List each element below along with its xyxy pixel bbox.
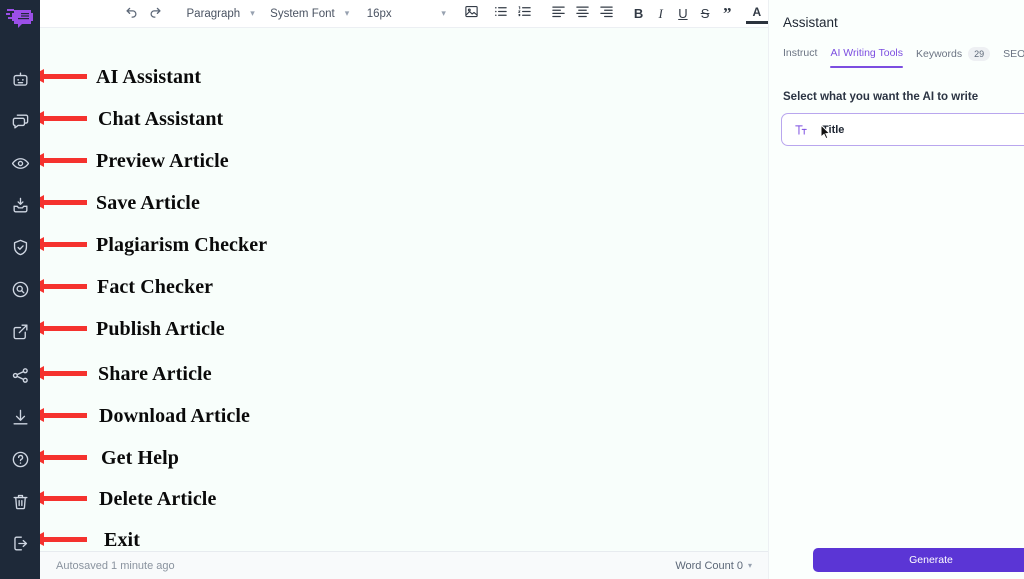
block-style-select[interactable]: Paragraph ▾ <box>187 3 265 25</box>
redo-arrow-icon <box>148 4 163 24</box>
annotation-label: Exit <box>104 529 140 551</box>
eye-icon <box>11 154 30 173</box>
insert-image-button[interactable] <box>459 2 483 26</box>
robot-icon <box>11 70 30 89</box>
align-center-icon <box>575 4 590 24</box>
prompt-label: Select what you want the AI to write <box>783 91 979 103</box>
italic-button[interactable]: I <box>650 2 672 26</box>
sidebar-item-download-article[interactable] <box>8 405 32 429</box>
ai-output-type-value: Title <box>822 123 845 136</box>
share-nodes-icon <box>11 366 30 385</box>
tab-keywords[interactable]: Keywords 29 <box>916 47 991 70</box>
blockquote-button[interactable]: ” <box>716 2 738 26</box>
sidebar-item-ai-assistant[interactable] <box>8 67 32 91</box>
font-size-value: 16px <box>366 7 392 20</box>
sidebar-item-exit[interactable] <box>8 531 32 555</box>
chat-bubble-icon <box>11 112 30 131</box>
editor-toolbar: Paragraph ▾ System Font ▾ 16px ▾ B I U S… <box>40 0 768 28</box>
align-center-button[interactable] <box>570 2 594 26</box>
align-right-button[interactable] <box>594 2 618 26</box>
tab-label: Keywords <box>916 47 963 60</box>
sidebar-item-chat-assistant[interactable] <box>8 109 32 133</box>
annotation-label: Download Article <box>99 405 251 427</box>
chevron-down-icon: ▾ <box>344 8 350 18</box>
align-left-button[interactable] <box>546 2 570 26</box>
strikethrough-button[interactable]: S <box>694 2 716 26</box>
annotation-label: Delete Article <box>99 488 217 510</box>
annotation-label: Publish Article <box>96 318 225 340</box>
annotation-label: Preview Article <box>96 150 229 172</box>
font-family-value: System Font <box>270 7 335 20</box>
sidebar-item-get-help[interactable] <box>8 447 32 471</box>
tab-ai-writing-tools[interactable]: AI Writing Tools <box>830 47 903 68</box>
annotation-label: Share Article <box>98 363 212 385</box>
tab-label: AI Writing Tools <box>830 47 903 59</box>
question-circle-icon <box>11 450 30 469</box>
chevron-down-icon: ▾ <box>250 8 255 18</box>
save-inbox-icon <box>11 196 30 215</box>
annotation-label: Chat Assistant <box>98 108 224 130</box>
chevron-down-icon: ▾ <box>747 561 752 570</box>
editor-app: Paragraph ▾ System Font ▾ 16px ▾ B I U S… <box>0 0 1024 579</box>
external-link-icon <box>11 322 30 341</box>
sidebar-item-save-article[interactable] <box>8 193 32 217</box>
chevron-down-icon: ▾ <box>441 8 446 18</box>
annotation-label: Plagiarism Checker <box>96 234 268 256</box>
bullet-list-button[interactable] <box>489 2 513 26</box>
sidebar-item-plagiarism-checker[interactable] <box>8 235 32 259</box>
left-sidebar <box>0 0 40 579</box>
download-icon <box>11 408 30 427</box>
numbered-list-icon <box>517 4 532 24</box>
sidebar-item-preview-article[interactable] <box>8 151 32 175</box>
pixel-chat-bubble-logo[interactable] <box>4 4 38 34</box>
generate-button[interactable]: Generate <box>813 548 1024 572</box>
sidebar-item-share-article[interactable] <box>8 363 32 387</box>
undo-arrow-icon <box>124 4 139 24</box>
sidebar-item-delete-article[interactable] <box>8 489 32 513</box>
annotation-label: AI Assistant <box>96 66 202 88</box>
assistant-tabs: Instruct AI Writing Tools Keywords 29 SE… <box>783 47 1024 71</box>
underline-button[interactable]: U <box>672 2 694 26</box>
ai-output-type-select[interactable]: Title <box>781 113 1024 146</box>
annotation-label: Get Help <box>101 447 180 469</box>
exit-door-icon <box>11 534 30 553</box>
block-style-value: Paragraph <box>186 7 241 20</box>
bold-button[interactable]: B <box>627 2 649 26</box>
text-color-button[interactable]: A <box>745 4 768 24</box>
redo-button[interactable] <box>144 2 168 26</box>
insert-image-icon <box>464 4 479 24</box>
word-count-dropdown[interactable]: Word Count 0 ▾ <box>675 560 752 572</box>
keywords-badge: 29 <box>968 47 991 61</box>
editor-status-bar: Autosaved 1 minute ago Word Count 0 ▾ <box>40 551 768 579</box>
assistant-panel: Assistant Instruct AI Writing Tools Keyw… <box>768 0 1024 579</box>
font-family-select[interactable]: System Font ▾ <box>270 3 361 25</box>
font-size-select[interactable]: 16px ▾ <box>367 3 450 25</box>
sidebar-item-fact-checker[interactable] <box>8 277 32 301</box>
tab-instruct[interactable]: Instruct <box>783 47 817 68</box>
tab-label: SEO <box>1003 47 1024 60</box>
tab-label: Instruct <box>783 47 818 59</box>
panel-title: Assistant <box>783 15 838 30</box>
annotation-label: Save Article <box>96 192 200 214</box>
sidebar-item-publish-article[interactable] <box>8 319 32 343</box>
trash-icon <box>11 492 30 511</box>
word-count-label: Word Count 0 <box>675 559 743 572</box>
align-left-icon <box>551 4 566 24</box>
magnifier-circle-icon <box>11 280 30 299</box>
align-right-icon <box>599 4 614 24</box>
shield-check-icon <box>11 238 30 257</box>
autosave-status: Autosaved 1 minute ago <box>56 559 175 572</box>
numbered-list-button[interactable] <box>513 2 537 26</box>
text-format-icon <box>794 123 808 137</box>
annotation-label: Fact Checker <box>97 276 214 298</box>
undo-button[interactable] <box>120 2 144 26</box>
tab-seo[interactable]: SEO 0 <box>1003 47 1024 70</box>
bullet-list-icon <box>493 4 508 24</box>
